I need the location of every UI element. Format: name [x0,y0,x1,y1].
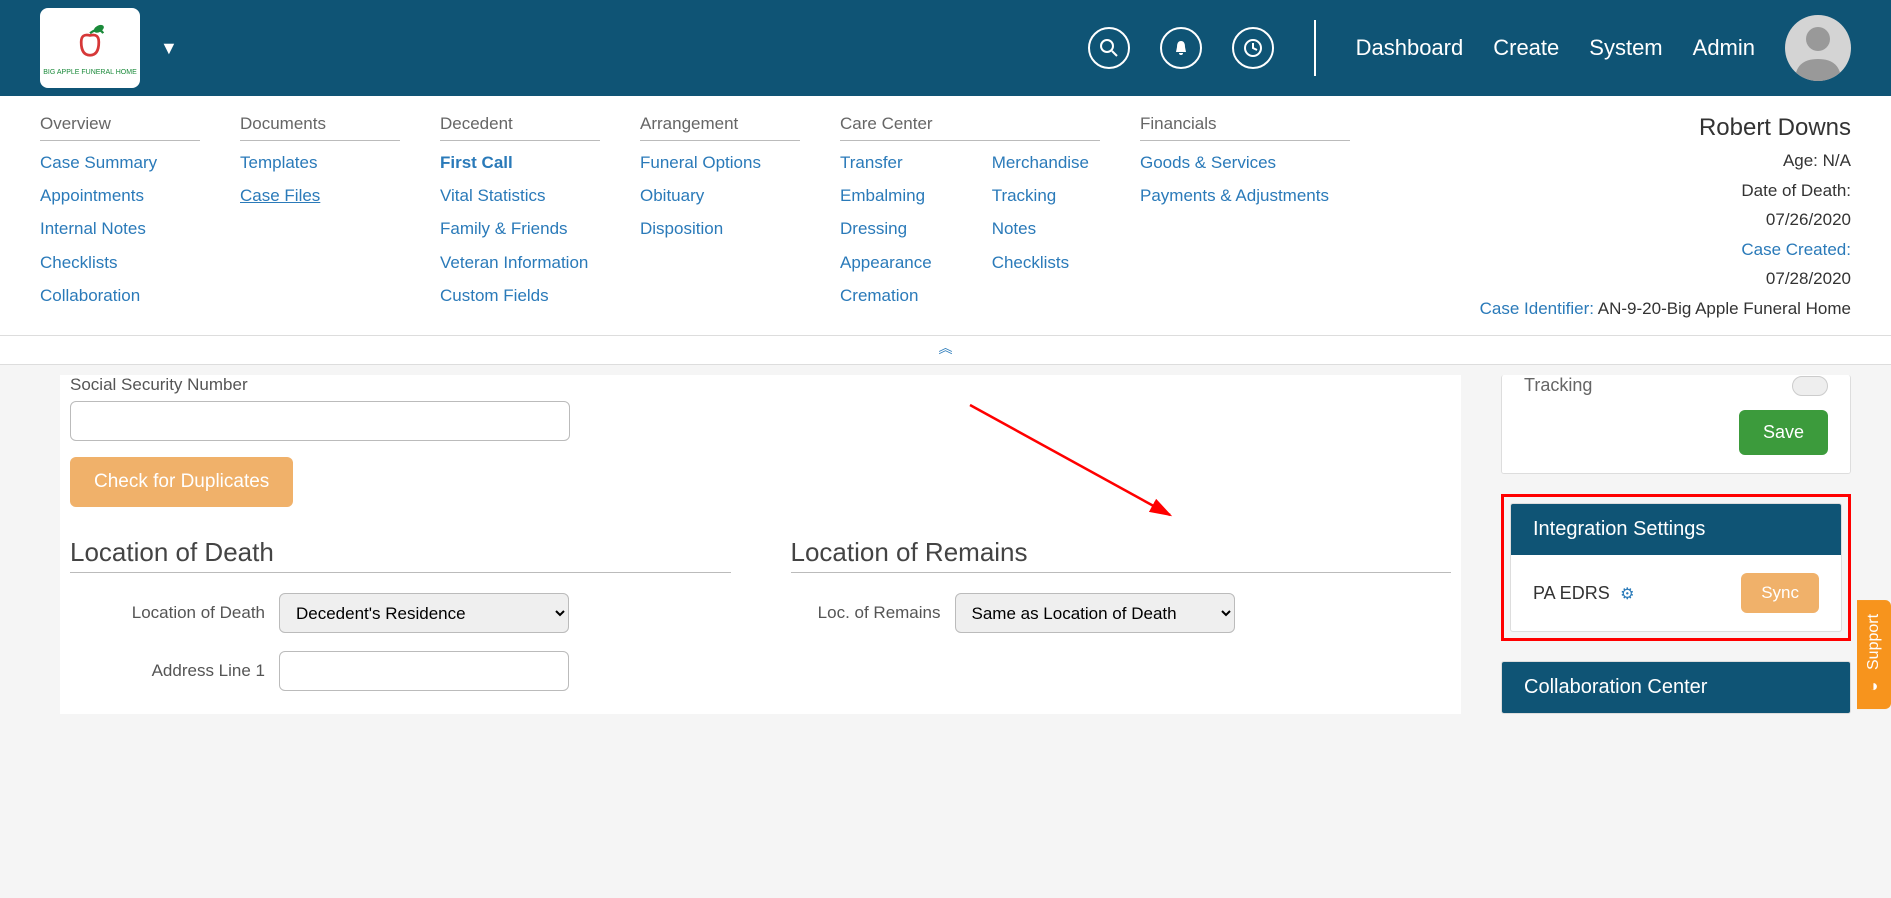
search-icon-button[interactable] [1088,27,1130,69]
link-case-summary[interactable]: Case Summary [40,149,200,176]
case-identifier: Case Identifier: AN-9-20-Big Apple Funer… [1480,296,1851,322]
link-dressing[interactable]: Dressing [840,215,932,242]
case-created-label: Case Created: [1480,237,1851,263]
link-appearance[interactable]: Appearance [840,249,932,276]
sync-button[interactable]: Sync [1741,573,1819,613]
collapse-subnav-button[interactable]: ︽ [0,336,1891,365]
search-icon [1099,38,1119,58]
case-dod-value: 07/26/2020 [1480,207,1851,233]
link-custom-fields[interactable]: Custom Fields [440,282,600,309]
link-transfer[interactable]: Transfer [840,149,932,176]
subnav-heading-arrangement: Arrangement [640,114,800,141]
link-cremation[interactable]: Cremation [840,282,932,309]
link-payments-adjustments[interactable]: Payments & Adjustments [1140,182,1350,209]
integration-name: PA EDRS [1533,583,1610,603]
tracking-label: Tracking [1524,375,1592,396]
company-logo[interactable]: BIG APPLE FUNERAL HOME [40,8,140,88]
link-veteran-info[interactable]: Veteran Information [440,249,600,276]
link-obituary[interactable]: Obituary [640,182,800,209]
loc-remains-label: Loc. of Remains [791,603,941,623]
loc-remains-select[interactable]: Same as Location of Death [955,593,1235,633]
support-icon: ◐ [1865,678,1883,695]
link-templates[interactable]: Templates [240,149,400,176]
user-avatar[interactable] [1785,15,1851,81]
apple-logo-icon [68,20,112,64]
person-icon [1785,15,1851,81]
link-appointments[interactable]: Appointments [40,182,200,209]
subnav-heading-financials: Financials [1140,114,1350,141]
address-line-1-label: Address Line 1 [70,661,265,681]
nav-create[interactable]: Create [1493,35,1559,61]
integration-settings-card: Integration Settings PA EDRS ⚙ Sync [1510,503,1842,632]
sidebar-column: Tracking Save Integration Settings PA ED… [1501,375,1851,714]
collaboration-center-heading: Collaboration Center [1502,662,1850,713]
subnav-heading-documents: Documents [240,114,400,141]
location-of-death-label: Location of Death [70,603,265,623]
subnav-overview: Overview Case Summary Appointments Inter… [40,114,200,325]
decedent-name: Robert Downs [1480,114,1851,142]
link-vital-statistics[interactable]: Vital Statistics [440,182,600,209]
check-duplicates-button[interactable]: Check for Duplicates [70,457,293,507]
subnav-heading-decedent: Decedent [440,114,600,141]
logo-text: BIG APPLE FUNERAL HOME [43,69,137,76]
case-info-panel: Robert Downs Age: N/A Date of Death: 07/… [1480,114,1851,325]
subnav-heading-care-center: Care Center [840,114,1100,141]
integration-settings-heading: Integration Settings [1511,504,1841,555]
main-form-column: Social Security Number Check for Duplica… [60,375,1461,714]
link-collaboration[interactable]: Collaboration [40,282,200,309]
link-cc-checklists[interactable]: Checklists [992,249,1089,276]
chevron-up-double-icon: ︽ [939,340,953,356]
case-subnavigation: Overview Case Summary Appointments Inter… [0,96,1891,336]
link-goods-services[interactable]: Goods & Services [1140,149,1350,176]
link-internal-notes[interactable]: Internal Notes [40,215,200,242]
link-merchandise[interactable]: Merchandise [992,149,1089,176]
link-first-call[interactable]: First Call [440,149,600,176]
subnav-heading-overview: Overview [40,114,200,141]
tracking-card: Tracking Save [1501,375,1851,474]
subnav-documents: Documents Templates Case Files [240,114,400,325]
link-tracking[interactable]: Tracking [992,182,1089,209]
case-age: Age: N/A [1480,148,1851,174]
case-created-value: 07/28/2020 [1480,266,1851,292]
notifications-icon-button[interactable] [1160,27,1202,69]
header-divider [1314,20,1316,76]
clock-icon [1243,38,1263,58]
link-funeral-options[interactable]: Funeral Options [640,149,800,176]
subnav-decedent: Decedent First Call Vital Statistics Fam… [440,114,600,325]
location-of-remains-heading: Location of Remains [791,537,1452,573]
gear-icon[interactable]: ⚙ [1620,586,1634,603]
subnav-arrangement: Arrangement Funeral Options Obituary Dis… [640,114,800,325]
save-button[interactable]: Save [1739,410,1828,455]
ssn-input[interactable] [70,401,570,441]
subnav-financials: Financials Goods & Services Payments & A… [1140,114,1350,325]
address-line-1-input[interactable] [279,651,569,691]
link-notes[interactable]: Notes [992,215,1089,242]
ssn-row: Social Security Number [70,375,1451,441]
logo-dropdown-caret[interactable]: ▼ [160,38,178,59]
app-header: BIG APPLE FUNERAL HOME ▼ Dashboard Creat… [0,0,1891,96]
location-of-death-heading: Location of Death [70,537,731,573]
ssn-label: Social Security Number [70,375,1451,395]
support-tab[interactable]: ◐ Support [1857,600,1891,709]
location-of-death-select[interactable]: Decedent's Residence [279,593,569,633]
link-case-files[interactable]: Case Files [240,182,400,209]
link-embalming[interactable]: Embalming [840,182,932,209]
nav-admin[interactable]: Admin [1693,35,1755,61]
link-disposition[interactable]: Disposition [640,215,800,242]
tracking-toggle[interactable] [1792,376,1828,396]
link-checklists[interactable]: Checklists [40,249,200,276]
bell-icon [1172,39,1190,57]
history-icon-button[interactable] [1232,27,1274,69]
case-date-of-death: Date of Death: [1480,178,1851,204]
support-label: Support [1865,614,1883,670]
link-family-friends[interactable]: Family & Friends [440,215,600,242]
nav-system[interactable]: System [1589,35,1662,61]
page-content: Social Security Number Check for Duplica… [0,365,1891,754]
location-of-death-section: Location of Death Location of Death Dece… [70,507,731,709]
collaboration-center-card: Collaboration Center [1501,661,1851,714]
nav-dashboard[interactable]: Dashboard [1356,35,1464,61]
subnav-care-center: Care Center Transfer Embalming Dressing … [840,114,1100,325]
integration-highlight-annotation: Integration Settings PA EDRS ⚙ Sync [1501,494,1851,641]
location-of-remains-section: Location of Remains Loc. of Remains Same… [791,507,1452,709]
